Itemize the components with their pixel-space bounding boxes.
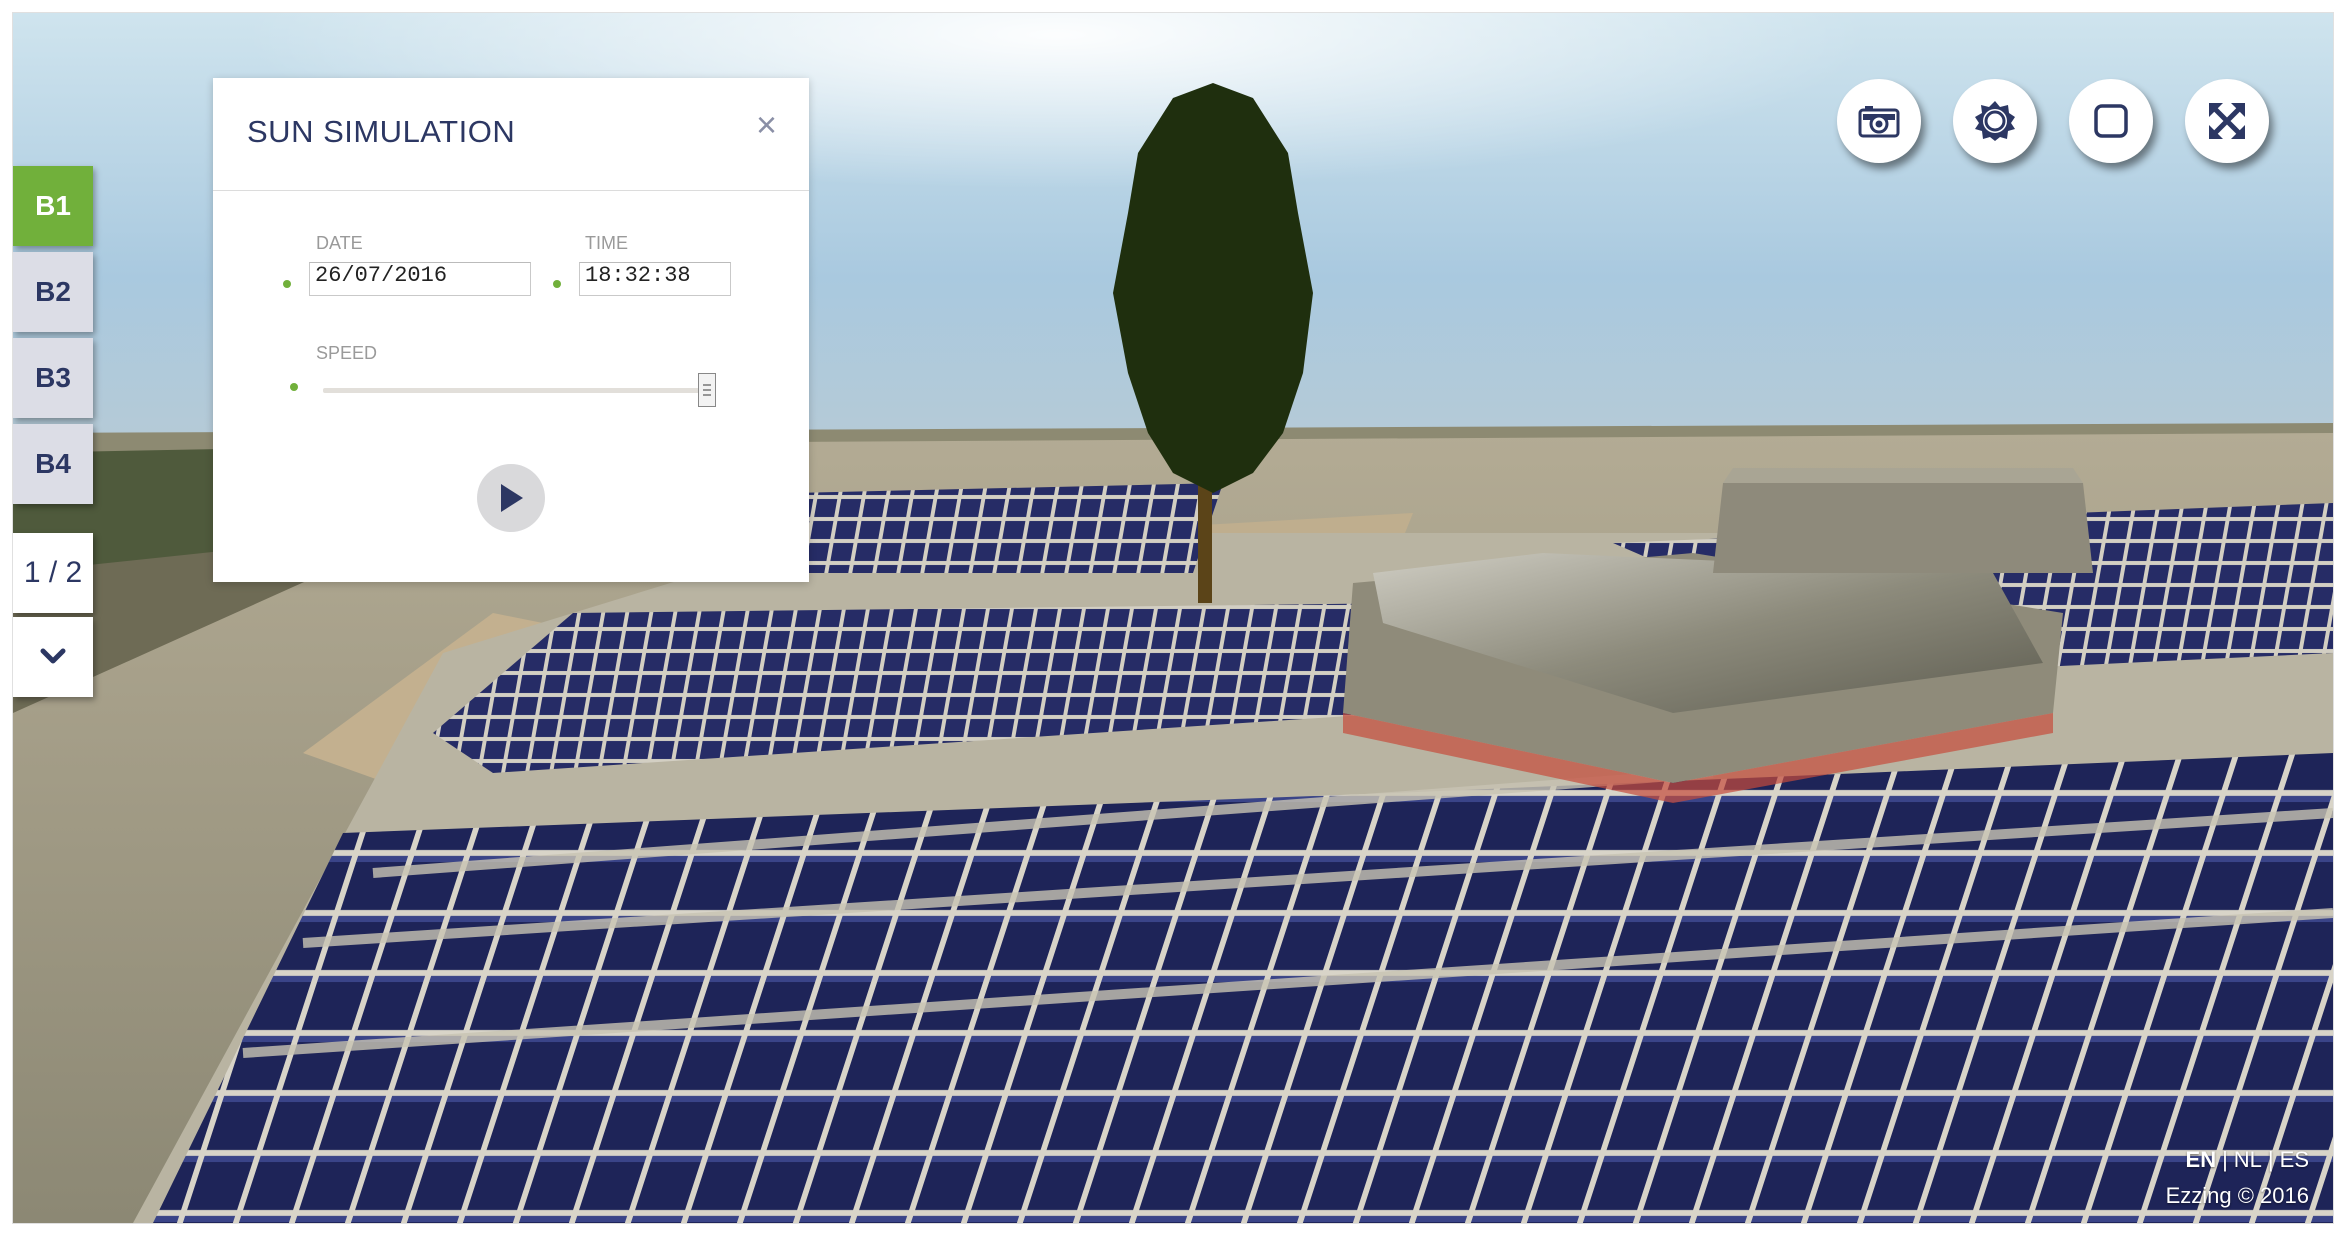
view-toggle-button[interactable] [2069,79,2153,163]
building-tab-b2[interactable]: B2 [13,252,93,332]
square-icon [2094,104,2128,138]
next-page-button[interactable] [13,617,93,697]
play-button[interactable] [477,464,545,532]
time-label: TIME [585,233,628,253]
speed-slider-handle[interactable] [698,373,717,407]
language-separator: | [2222,1147,2228,1172]
speed-slider-track[interactable] [323,388,715,393]
language-separator: | [2267,1147,2274,1172]
building-tab-b3[interactable]: B3 [13,338,93,418]
fullscreen-button[interactable] [2185,79,2269,163]
date-status-dot [283,280,291,288]
play-icon [501,484,523,512]
close-button[interactable]: × [756,104,777,146]
app-viewport: B1 B2 B3 B4 1 / 2 SUN SIMULATION × DATE … [12,12,2334,1224]
chevron-down-icon [40,648,66,664]
footer: EN | NL | ES Ezzing © 2016 [2166,1147,2309,1209]
building-tab-b1[interactable]: B1 [13,166,93,246]
page-indicator: 1 / 2 [13,533,93,613]
language-es[interactable]: ES [2280,1147,2309,1172]
panel-header: SUN SIMULATION × [213,78,809,191]
sun-simulation-panel: SUN SIMULATION × DATE 26/07/2016 TIME 18… [213,78,809,582]
building-tab-b4[interactable]: B4 [13,424,93,504]
language-switcher: EN | NL | ES [2166,1147,2309,1173]
time-field[interactable]: 18:32:38 [579,262,731,296]
language-nl[interactable]: NL [2234,1147,2262,1172]
date-field[interactable]: 26/07/2016 [309,262,531,296]
sun-simulation-button[interactable] [1953,79,2037,163]
panel-title: SUN SIMULATION [247,114,516,149]
time-status-dot [553,280,561,288]
date-label: DATE [316,233,363,253]
copyright-text: Ezzing © 2016 [2165,1183,2309,1208]
fullscreen-icon [2209,103,2245,139]
language-en[interactable]: EN [2186,1147,2217,1172]
speed-label: SPEED [316,343,378,363]
sun-icon [1975,101,2015,141]
screenshot-button[interactable] [1837,79,1921,163]
speed-status-dot [290,383,298,391]
camera-icon [1858,106,1900,138]
